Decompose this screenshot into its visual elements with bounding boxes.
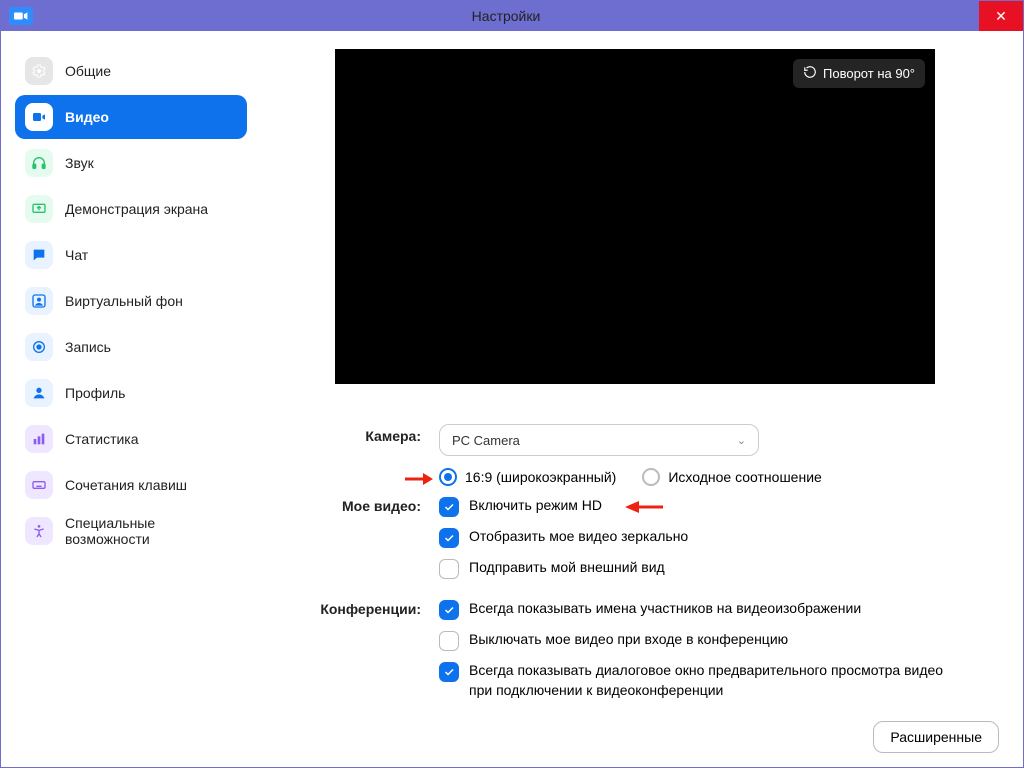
rotate-90-button[interactable]: Поворот на 90° (793, 59, 925, 88)
preview-dialog-label: Всегда показывать диалоговое окно предва… (469, 661, 949, 700)
sidebar-item-profile[interactable]: Профиль (15, 371, 247, 415)
meetings-checks: Всегда показывать имена участников на ви… (439, 599, 999, 710)
app-icon (9, 7, 33, 25)
chat-icon (25, 241, 53, 269)
sidebar-item-label: Сочетания клавиш (65, 477, 187, 493)
mirror-checkbox[interactable]: Отобразить мое видео зеркально (439, 527, 999, 548)
sidebar-item-label: Видео (65, 109, 109, 125)
window-title: Настройки (33, 8, 979, 24)
sidebar: Общие Видео Звук Демонстрация экрана Чат Вирт… (1, 31, 261, 767)
sidebar-item-share[interactable]: Демонстрация экрана (15, 187, 247, 231)
profile-icon (25, 379, 53, 407)
chevron-down-icon: ⌄ (737, 434, 746, 447)
record-icon (25, 333, 53, 361)
aspect-original-label: Исходное соотношение (668, 469, 821, 485)
radio-indicator (642, 468, 660, 486)
person-bg-icon (25, 287, 53, 315)
hd-label: Включить режим HD (469, 496, 602, 516)
meetings-label: Конференции: (271, 599, 421, 617)
sidebar-item-label: Специальные возможности (65, 515, 237, 547)
touchup-label: Подправить мой внешний вид (469, 558, 665, 578)
camera-row: PC Camera ⌄ 16:9 (широкоэкранный) (439, 424, 999, 486)
main-panel: Поворот на 90° Камера: PC Camera ⌄ (261, 31, 1023, 767)
stats-icon (25, 425, 53, 453)
share-icon (25, 195, 53, 223)
sidebar-item-stats[interactable]: Статистика (15, 417, 247, 461)
checkbox-indicator (439, 497, 459, 517)
sidebar-item-video[interactable]: Видео (15, 95, 247, 139)
sidebar-item-label: Профиль (65, 385, 125, 401)
preview-dialog-checkbox[interactable]: Всегда показывать диалоговое окно предва… (439, 661, 999, 700)
close-button[interactable]: ✕ (979, 1, 1023, 31)
settings-grid: Камера: PC Camera ⌄ 16:9 (широкоэкранный… (271, 424, 999, 710)
sidebar-item-label: Чат (65, 247, 88, 263)
video-icon (25, 103, 53, 131)
keyboard-icon (25, 471, 53, 499)
radio-indicator (439, 468, 457, 486)
checkbox-indicator (439, 631, 459, 651)
rotate-icon (803, 65, 817, 82)
settings-window: Настройки ✕ Общие Видео Звук Демонстрация э… (0, 0, 1024, 768)
camera-label: Камера: (271, 424, 421, 444)
body: Общие Видео Звук Демонстрация экрана Чат Вирт… (1, 31, 1023, 767)
headphones-icon (25, 149, 53, 177)
checkbox-indicator (439, 528, 459, 548)
checkbox-indicator (439, 600, 459, 620)
names-label: Всегда показывать имена участников на ви… (469, 599, 861, 619)
mirror-label: Отобразить мое видео зеркально (469, 527, 688, 547)
sidebar-item-record[interactable]: Запись (15, 325, 247, 369)
aspect-16-9-label: 16:9 (широкоэкранный) (465, 469, 616, 485)
sidebar-item-label: Виртуальный фон (65, 293, 183, 309)
a11y-icon (25, 517, 53, 545)
hd-checkbox[interactable]: Включить режим HD (439, 496, 999, 517)
sidebar-item-chat[interactable]: Чат (15, 233, 247, 277)
sidebar-item-label: Статистика (65, 431, 139, 447)
sidebar-item-label: Общие (65, 63, 111, 79)
mute-video-checkbox[interactable]: Выключать мое видео при входе в конферен… (439, 630, 999, 651)
sidebar-item-a11y[interactable]: Специальные возможности (15, 509, 247, 553)
advanced-button[interactable]: Расширенные (873, 721, 999, 753)
aspect-16-9-radio[interactable]: 16:9 (широкоэкранный) (439, 468, 616, 486)
checkbox-indicator (439, 662, 459, 682)
camera-select[interactable]: PC Camera ⌄ (439, 424, 759, 456)
annotation-arrow (403, 470, 437, 488)
checkbox-indicator (439, 559, 459, 579)
sidebar-item-shortcuts[interactable]: Сочетания клавиш (15, 463, 247, 507)
aspect-original-radio[interactable]: Исходное соотношение (642, 468, 821, 486)
mute-video-label: Выключать мое видео при входе в конферен… (469, 630, 788, 650)
sidebar-item-vbg[interactable]: Виртуальный фон (15, 279, 247, 323)
touchup-checkbox[interactable]: Подправить мой внешний вид (439, 558, 999, 579)
sidebar-item-label: Запись (65, 339, 111, 355)
gear-icon (25, 57, 53, 85)
names-checkbox[interactable]: Всегда показывать имена участников на ви… (439, 599, 999, 620)
sidebar-item-label: Демонстрация экрана (65, 201, 208, 217)
my-video-label: Мое видео: (271, 496, 421, 514)
titlebar: Настройки ✕ (1, 1, 1023, 31)
sidebar-item-general[interactable]: Общие (15, 49, 247, 93)
video-preview: Поворот на 90° (335, 49, 935, 384)
sidebar-item-audio[interactable]: Звук (15, 141, 247, 185)
annotation-arrow (619, 498, 665, 516)
my-video-checks: Включить режим HD Отобразить мое видео з… (439, 496, 999, 589)
camera-value: PC Camera (452, 433, 520, 448)
rotate-label: Поворот на 90° (823, 66, 915, 81)
sidebar-item-label: Звук (65, 155, 94, 171)
